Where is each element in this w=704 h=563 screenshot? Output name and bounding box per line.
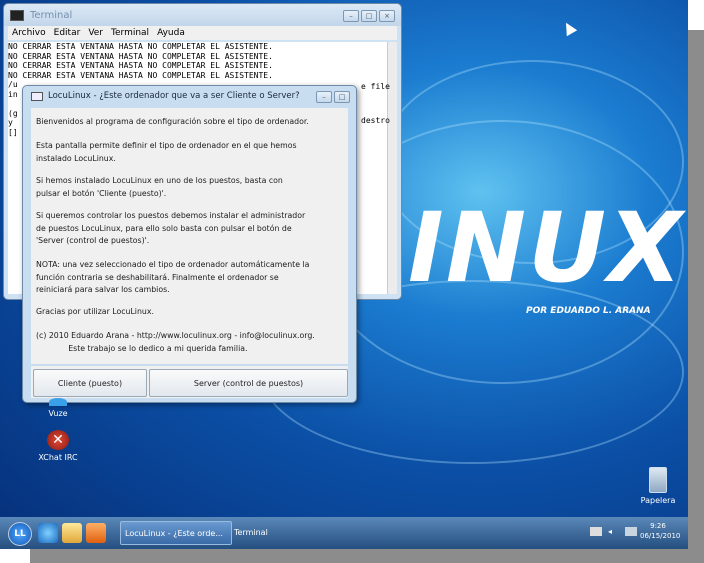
terminal-line: NO CERRAR ESTA VENTANA HASTA NO COMPLETA… <box>8 70 273 80</box>
xchat-icon: ✕ <box>47 430 69 450</box>
vuze-icon <box>49 398 67 406</box>
dialog-content: Bienvenidos al programa de configuración… <box>31 108 348 364</box>
maximize-icon[interactable]: □ <box>361 10 377 22</box>
start-button[interactable]: LL <box>8 522 32 546</box>
minimize-icon[interactable]: – <box>316 91 332 103</box>
internet-explorer-icon[interactable] <box>38 523 58 543</box>
terminal-line: NO CERRAR ESTA VENTANA HASTA NO COMPLETA… <box>8 61 273 70</box>
dialog-paragraph: (c) 2010 Eduardo Arana - http://www.locu… <box>36 331 315 353</box>
clock[interactable]: 9:26 06/15/2010 <box>640 521 681 541</box>
dialog-button-bar: Cliente (puesto) Server (control de pues… <box>31 366 348 398</box>
menu-editar[interactable]: Editar <box>54 28 81 38</box>
clock-date: 06/15/2010 <box>640 532 681 540</box>
menu-ayuda[interactable]: Ayuda <box>157 28 185 38</box>
volume-icon[interactable]: ◂ <box>608 527 612 536</box>
terminal-text-fragment: e file <box>361 82 390 91</box>
taskbar-item-terminal[interactable]: Terminal <box>230 521 314 543</box>
close-icon[interactable]: × <box>379 10 395 22</box>
dialog-paragraph: NOTA: una vez seleccionado el tipo de or… <box>36 260 310 294</box>
terminal-titlebar[interactable]: Terminal <box>4 4 401 26</box>
terminal-line: NO CERRAR ESTA VENTANA HASTA NO COMPLETA… <box>8 42 273 51</box>
terminal-scrollbar[interactable] <box>387 42 397 294</box>
menu-terminal[interactable]: Terminal <box>111 28 149 38</box>
desktop-icon-label: XChat IRC <box>38 453 78 462</box>
clock-time: 9:26 <box>650 522 666 530</box>
cliente-button[interactable]: Cliente (puesto) <box>33 369 147 397</box>
dialog-paragraph: Si hemos instalado LocuLinux en uno de l… <box>36 176 283 198</box>
terminal-line: NO CERRAR ESTA VENTANA HASTA NO COMPLETA… <box>8 51 273 61</box>
desktop: INUX POR EDUARDO L. ARANA Terminal – □ ×… <box>0 0 688 549</box>
trash-icon <box>649 467 667 493</box>
media-player-icon[interactable] <box>86 523 106 543</box>
config-dialog[interactable]: LocuLinux - ¿Este ordenador que va a ser… <box>22 85 357 403</box>
desktop-icon-label: Vuze <box>48 409 68 418</box>
desktop-icon-trash[interactable]: Papelera <box>628 467 688 505</box>
tray-app-icon[interactable] <box>625 527 637 536</box>
desktop-icon-vuze[interactable]: Vuze <box>28 398 88 418</box>
dialog-paragraph: Gracias por utilizar LocuLinux. <box>36 307 154 316</box>
taskbar-item-label: LocuLinux - ¿Este orde... <box>125 528 223 538</box>
dialog-title: LocuLinux - ¿Este ordenador que va a ser… <box>48 91 300 101</box>
taskbar-item-label: Terminal <box>234 527 268 537</box>
minimize-icon[interactable]: – <box>343 10 359 22</box>
terminal-text-fragment: destro <box>361 116 390 125</box>
desktop-icon-xchat[interactable]: ✕ XChat IRC <box>28 430 88 462</box>
desktop-icon-label: Papelera <box>640 496 676 505</box>
terminal-icon <box>10 9 24 21</box>
dialog-titlebar[interactable]: LocuLinux - ¿Este ordenador que va a ser… <box>23 86 356 106</box>
folder-icon[interactable] <box>62 523 82 543</box>
terminal-window-controls: – □ × <box>343 10 395 22</box>
terminal-title: Terminal <box>30 9 73 21</box>
wallpaper-tagline: POR EDUARDO L. ARANA <box>526 306 651 316</box>
server-button[interactable]: Server (control de puestos) <box>149 369 348 397</box>
wallpaper-logo: INUX <box>408 192 685 304</box>
terminal-menubar: Archivo Editar Ver Terminal Ayuda <box>8 26 397 40</box>
network-icon[interactable] <box>590 527 602 536</box>
dialog-paragraph: Bienvenidos al programa de configuración… <box>36 117 309 126</box>
mouse-cursor-icon <box>560 19 578 37</box>
dialog-paragraph: Si queremos controlar los puestos debemo… <box>36 211 306 245</box>
menu-archivo[interactable]: Archivo <box>12 28 46 38</box>
taskbar-item-loculinux[interactable]: LocuLinux - ¿Este orde... <box>120 521 232 545</box>
maximize-icon[interactable]: □ <box>334 91 350 103</box>
dialog-window-controls: – □ <box>316 91 350 103</box>
menu-ver[interactable]: Ver <box>88 28 103 38</box>
dialog-paragraph: Esta pantalla permite definir el tipo de… <box>36 141 297 163</box>
window-icon <box>31 91 43 101</box>
